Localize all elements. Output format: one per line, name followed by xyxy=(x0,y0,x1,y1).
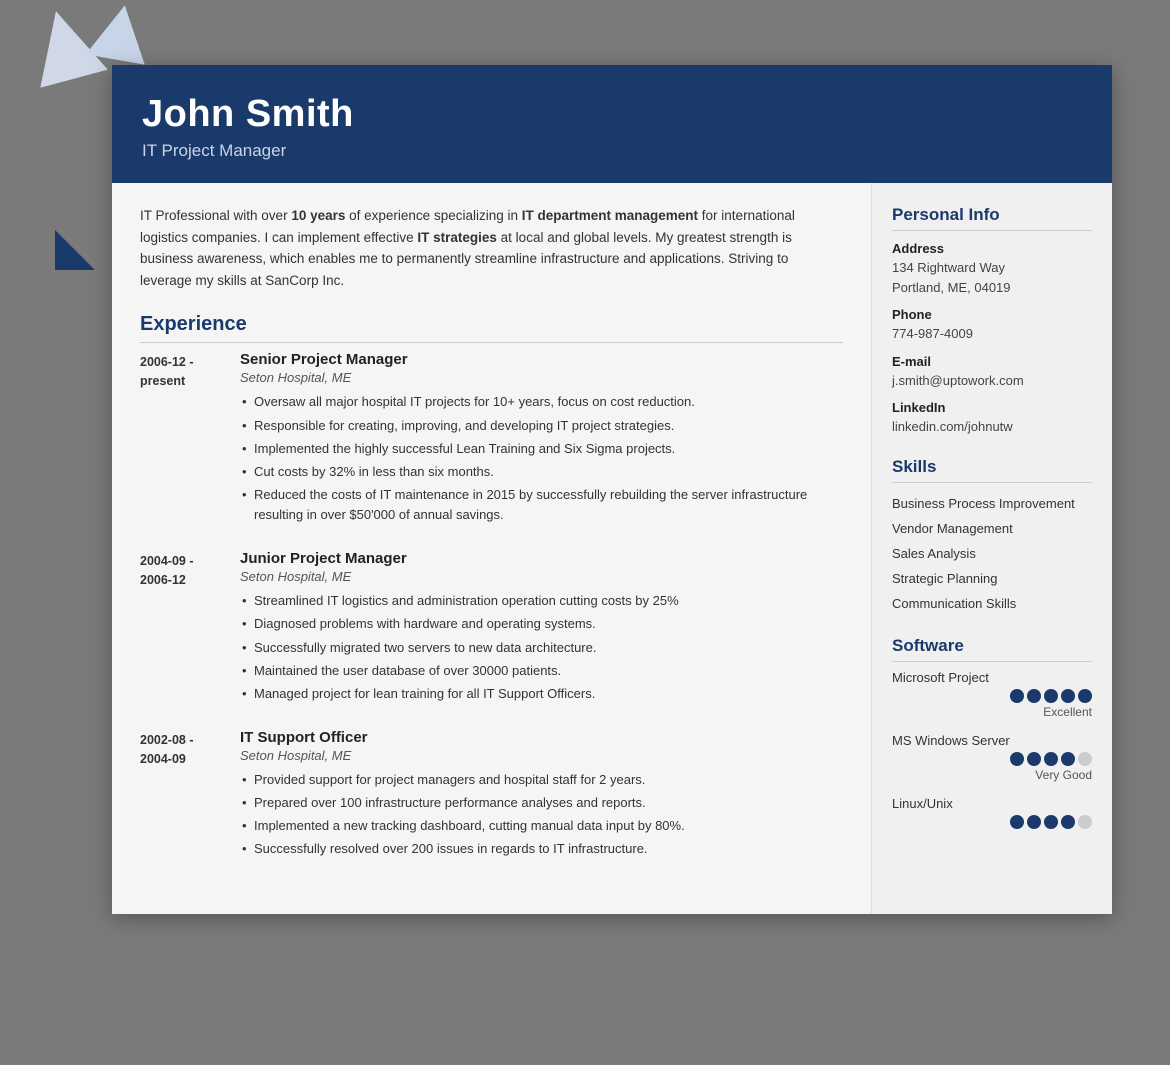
exp-bullets-2: Streamlined IT logistics and administrat… xyxy=(240,591,843,704)
experience-title: Experience xyxy=(140,313,843,343)
main-column: IT Professional with over 10 years of ex… xyxy=(112,183,872,914)
skill-item-5: Communication Skills xyxy=(892,591,1092,616)
address-line2: Portland, ME, 04019 xyxy=(892,278,1092,298)
linkedin-label: LinkedIn xyxy=(892,400,1092,415)
resume-header: John Smith IT Project Manager xyxy=(112,65,1112,183)
skill-item-3: Sales Analysis xyxy=(892,541,1092,566)
exp-content-1: Senior Project Manager Seton Hospital, M… xyxy=(240,351,843,528)
skill-item-4: Strategic Planning xyxy=(892,566,1092,591)
dot xyxy=(1010,815,1024,829)
exp-dates-2: 2004-09 - 2006-12 xyxy=(140,550,240,707)
dot xyxy=(1027,815,1041,829)
software-rating-1: Excellent xyxy=(892,705,1092,719)
dot xyxy=(1027,752,1041,766)
experience-entry-3: 2002-08 - 2004-09 IT Support Officer Set… xyxy=(140,729,843,863)
resume-body: IT Professional with over 10 years of ex… xyxy=(112,183,1112,914)
dot xyxy=(1010,689,1024,703)
exp-company-1: Seton Hospital, ME xyxy=(240,370,843,385)
bullet: Implemented a new tracking dashboard, cu… xyxy=(240,816,843,836)
dot xyxy=(1061,689,1075,703)
resume-card: John Smith IT Project Manager IT Profess… xyxy=(112,65,1112,914)
dot xyxy=(1078,815,1092,829)
dot xyxy=(1010,752,1024,766)
decorative-triangle-2 xyxy=(86,0,155,65)
software-dots-1 xyxy=(892,689,1092,703)
software-title: Software xyxy=(892,636,1092,662)
decorative-triangle-3 xyxy=(55,230,95,270)
bullet: Successfully migrated two servers to new… xyxy=(240,638,843,658)
bullet: Cut costs by 32% in less than six months… xyxy=(240,462,843,482)
bullet: Maintained the user database of over 300… xyxy=(240,661,843,681)
experience-entry-1: 2006-12 - present Senior Project Manager… xyxy=(140,351,843,528)
bullet: Streamlined IT logistics and administrat… xyxy=(240,591,843,611)
bullet: Provided support for project managers an… xyxy=(240,770,843,790)
exp-title-3: IT Support Officer xyxy=(240,729,843,746)
skill-item-1: Business Process Improvement xyxy=(892,491,1092,516)
linkedin-value: linkedin.com/johnutw xyxy=(892,417,1092,437)
exp-bullets-3: Provided support for project managers an… xyxy=(240,770,843,860)
bullet: Responsible for creating, improving, and… xyxy=(240,416,843,436)
software-item-1: Microsoft Project Excellent xyxy=(892,670,1092,719)
experience-section: Experience 2006-12 - present Senior Proj… xyxy=(140,313,843,862)
dot xyxy=(1044,752,1058,766)
candidate-name: John Smith xyxy=(142,93,1082,136)
software-rating-2: Very Good xyxy=(892,768,1092,782)
exp-title-1: Senior Project Manager xyxy=(240,351,843,368)
dot xyxy=(1078,689,1092,703)
bullet: Prepared over 100 infrastructure perform… xyxy=(240,793,843,813)
address-line1: 134 Rightward Way xyxy=(892,258,1092,278)
dot xyxy=(1078,752,1092,766)
exp-dates-3: 2002-08 - 2004-09 xyxy=(140,729,240,863)
software-section: Software Microsoft Project Excellent MS … xyxy=(892,636,1092,829)
bullet: Reduced the costs of IT maintenance in 2… xyxy=(240,485,843,525)
dot xyxy=(1061,752,1075,766)
experience-entry-2: 2004-09 - 2006-12 Junior Project Manager… xyxy=(140,550,843,707)
summary-text: IT Professional with over 10 years of ex… xyxy=(140,205,843,291)
software-item-3: Linux/Unix xyxy=(892,796,1092,829)
personal-info-title: Personal Info xyxy=(892,205,1092,231)
exp-company-3: Seton Hospital, ME xyxy=(240,748,843,763)
skills-section: Skills Business Process Improvement Vend… xyxy=(892,457,1092,616)
candidate-title: IT Project Manager xyxy=(142,141,1082,161)
exp-company-2: Seton Hospital, ME xyxy=(240,569,843,584)
bullet: Diagnosed problems with hardware and ope… xyxy=(240,614,843,634)
phone-value: 774-987-4009 xyxy=(892,324,1092,344)
email-value: j.smith@uptowork.com xyxy=(892,371,1092,391)
email-label: E-mail xyxy=(892,354,1092,369)
address-label: Address xyxy=(892,241,1092,256)
software-name-1: Microsoft Project xyxy=(892,670,1092,685)
personal-info-section: Personal Info Address 134 Rightward Way … xyxy=(892,205,1092,437)
bullet: Implemented the highly successful Lean T… xyxy=(240,439,843,459)
exp-bullets-1: Oversaw all major hospital IT projects f… xyxy=(240,392,843,525)
exp-dates-1: 2006-12 - present xyxy=(140,351,240,528)
software-name-2: MS Windows Server xyxy=(892,733,1092,748)
software-dots-3 xyxy=(892,815,1092,829)
sidebar-column: Personal Info Address 134 Rightward Way … xyxy=(872,183,1112,914)
software-item-2: MS Windows Server Very Good xyxy=(892,733,1092,782)
exp-content-2: Junior Project Manager Seton Hospital, M… xyxy=(240,550,843,707)
bullet: Successfully resolved over 200 issues in… xyxy=(240,839,843,859)
software-name-3: Linux/Unix xyxy=(892,796,1092,811)
exp-content-3: IT Support Officer Seton Hospital, ME Pr… xyxy=(240,729,843,863)
skill-item-2: Vendor Management xyxy=(892,516,1092,541)
phone-label: Phone xyxy=(892,307,1092,322)
software-dots-2 xyxy=(892,752,1092,766)
bullet: Managed project for lean training for al… xyxy=(240,684,843,704)
bullet: Oversaw all major hospital IT projects f… xyxy=(240,392,843,412)
exp-title-2: Junior Project Manager xyxy=(240,550,843,567)
skills-title: Skills xyxy=(892,457,1092,483)
dot xyxy=(1044,689,1058,703)
dot xyxy=(1061,815,1075,829)
dot xyxy=(1027,689,1041,703)
dot xyxy=(1044,815,1058,829)
